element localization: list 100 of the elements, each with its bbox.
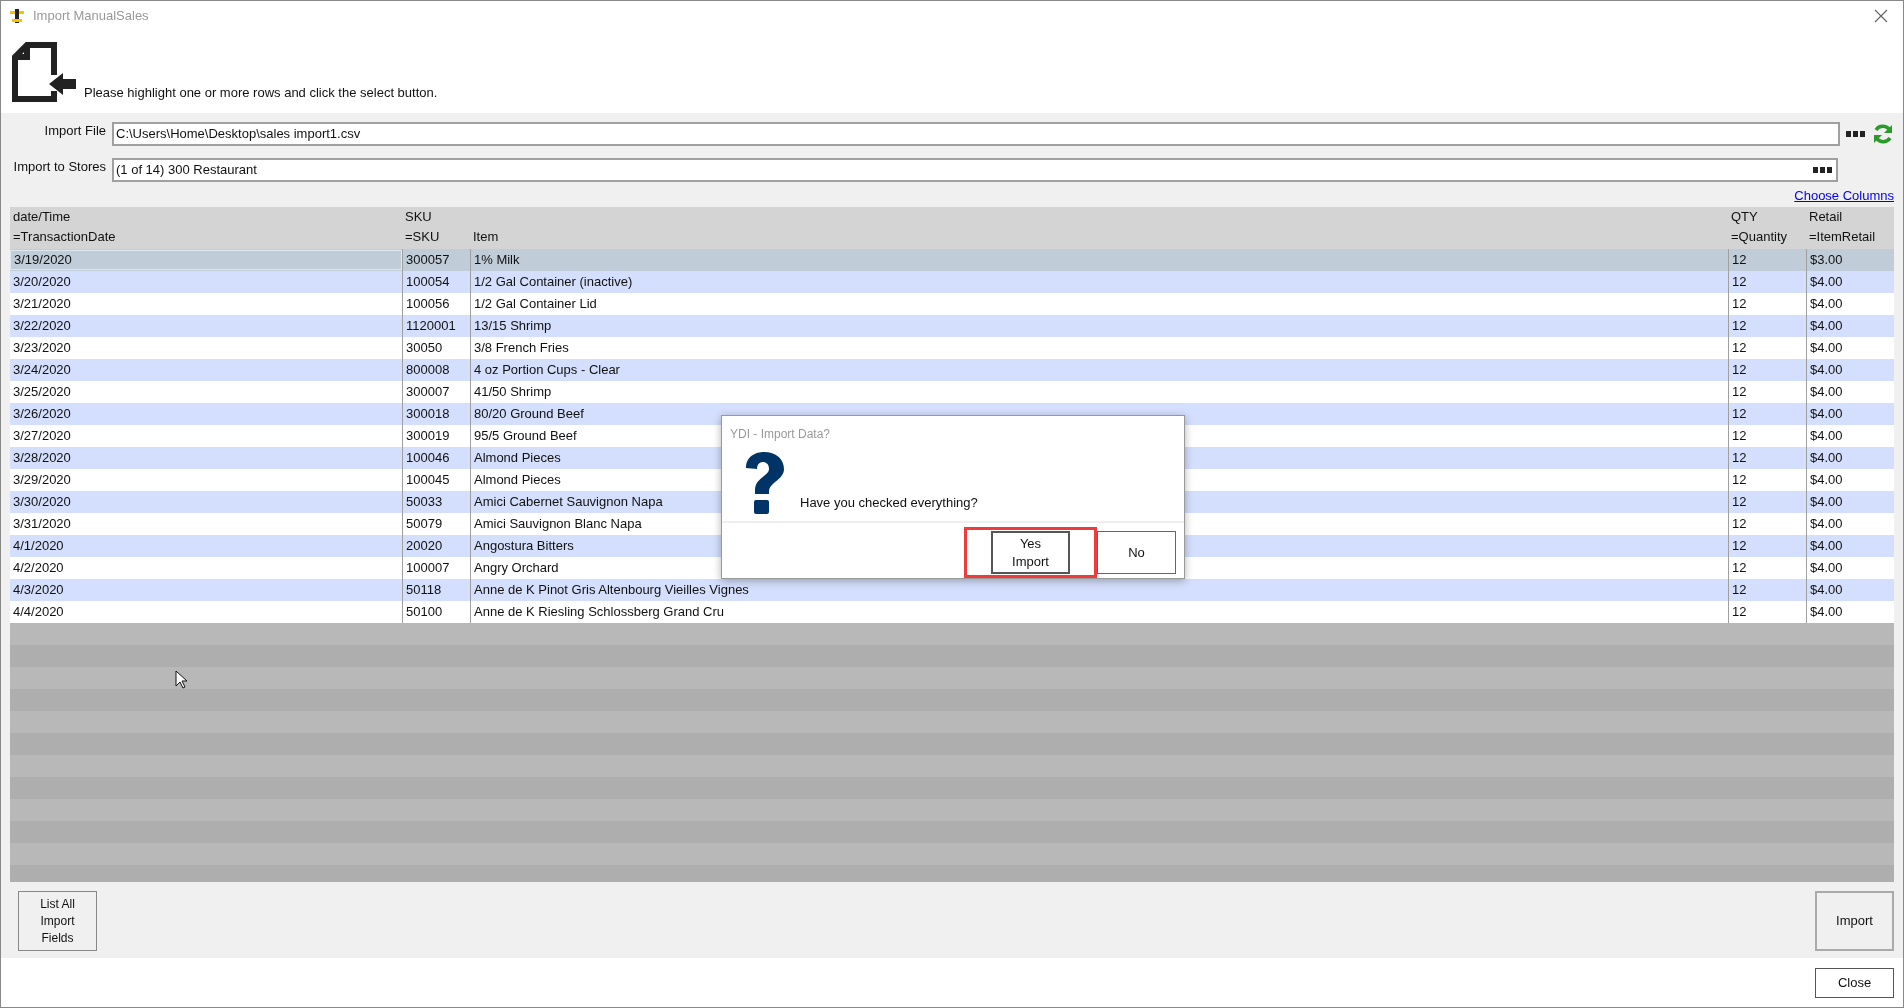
table-cell-text: 3/30/2020 (12, 493, 72, 512)
table-cell-text: 100007 (405, 559, 451, 578)
table-cell-text: $4.00 (1809, 295, 1844, 314)
table-cell-text: 30050 (405, 339, 444, 358)
table-cell-text: 3/8 French Fries (473, 339, 570, 358)
table-cell-text: 12 (1731, 361, 1748, 380)
table-cell-text: 12 (1731, 427, 1748, 446)
table-cell-text: 300018 (405, 405, 451, 424)
table-cell-text: $4.00 (1809, 273, 1844, 292)
import-file-label: Import File (43, 122, 106, 141)
table-cell-text: $4.00 (1809, 471, 1844, 490)
table-cell-text: $4.00 (1809, 537, 1844, 556)
table-cell-text: 12 (1731, 559, 1748, 578)
table-cell-text: 3/21/2020 (12, 295, 72, 314)
dialog-title: YDI - Import Data? (729, 426, 832, 443)
table-cell-text: 12 (1731, 405, 1748, 424)
instruction-text: Please highlight one or more rows and click the select button. (84, 83, 438, 102)
table-cell-text: 20020 (405, 537, 444, 556)
column-header: SKU (405, 208, 433, 226)
table-cell-text: $4.00 (1809, 581, 1844, 600)
table-cell-text: 300019 (405, 427, 451, 446)
column-header: Item (473, 227, 500, 246)
table-cell-text: 12 (1731, 295, 1748, 314)
column-header: =ItemRetail (1809, 227, 1877, 246)
table-cell-text: 12 (1731, 603, 1748, 622)
table-cell-text: 4 oz Portion Cups - Clear (473, 361, 621, 380)
table-cell-text: $3.00 (1809, 251, 1844, 270)
table-cell-text: $4.00 (1809, 515, 1844, 534)
table-cell-text: 80/20 Ground Beef (473, 405, 585, 424)
table-cell-text: $4.00 (1809, 383, 1844, 402)
table-cell-text: 1120001 (405, 317, 457, 336)
table-cell-text: 300057 (405, 251, 451, 270)
table-cell-text: 12 (1731, 471, 1748, 490)
table-cell-text: 12 (1731, 493, 1748, 512)
table-cell-text: Angostura Bitters (473, 537, 575, 556)
table-cell-text: 100054 (405, 273, 451, 292)
table-cell-text: 12 (1731, 581, 1748, 600)
table-cell-text: $4.00 (1809, 361, 1844, 380)
table-cell-text: 13/15 Shrimp (473, 317, 553, 336)
table-cell-text: 12 (1731, 339, 1748, 358)
table-cell-text: Anne de K Pinot Gris Altenbourg Vieilles Vignes (473, 581, 750, 600)
column-header: =SKU (405, 227, 441, 246)
table-cell-text: 1/2 Gal Container (inactive) (473, 273, 634, 292)
table-cell-text: 12 (1731, 383, 1748, 402)
table-cell-text: Angry Orchard (473, 559, 560, 578)
table-cell-text: 4/2/2020 (12, 559, 65, 578)
table-cell-text: 12 (1731, 515, 1748, 534)
table-cell-text: 100045 (405, 471, 451, 490)
table-cell-text: 50100 (405, 603, 444, 622)
table-cell-text: 3/20/2020 (12, 273, 72, 292)
column-header: Retail (1809, 208, 1844, 226)
table-cell-text: $4.00 (1809, 405, 1844, 424)
table-cell-text: 1/2 Gal Container Lid (473, 295, 598, 314)
table-cell-text: 3/31/2020 (12, 515, 72, 534)
table-cell-text: 300007 (405, 383, 451, 402)
table-cell-text: 100056 (405, 295, 451, 314)
column-header: date/Time (13, 208, 72, 226)
table-cell-text: Anne de K Riesling Schlossberg Grand Cru (473, 603, 726, 622)
table-cell-text: 3/22/2020 (12, 317, 72, 336)
table-cell-text: $4.00 (1809, 559, 1844, 578)
table-cell-text: 12 (1731, 537, 1748, 556)
table-cell-text: $4.00 (1809, 339, 1844, 358)
table-cell-text: Amici Cabernet Sauvignon Napa (473, 493, 664, 512)
table-cell-text: 3/24/2020 (12, 361, 72, 380)
table-cell-text: 50033 (405, 493, 444, 512)
window-title: Import ManualSales (33, 7, 149, 26)
table-cell-text: 50079 (405, 515, 444, 534)
table-cell-text: 3/26/2020 (12, 405, 72, 424)
table-cell-text: $4.00 (1809, 317, 1844, 336)
table-cell-text: $4.00 (1809, 493, 1844, 512)
table-cell-text: 100046 (405, 449, 451, 468)
table-cell-text: 3/28/2020 (12, 449, 72, 468)
table-cell-text: 50118 (405, 581, 443, 600)
table-cell-text: Almond Pieces (473, 471, 562, 490)
table-cell-text: $4.00 (1809, 603, 1844, 622)
table-cell-text: 12 (1731, 273, 1748, 292)
table-cell-text: 3/23/2020 (12, 339, 72, 358)
table-cell-text: 3/27/2020 (12, 427, 72, 446)
table-cell-text: Almond Pieces (473, 449, 562, 468)
table-cell-text: 41/50 Shrimp (473, 383, 553, 402)
table-cell-text: 95/5 Ground Beef (473, 427, 578, 446)
table-cell-text: 4/3/2020 (12, 581, 65, 600)
table-cell-text: 4/4/2020 (12, 603, 65, 622)
table-cell-text: 1% Milk (473, 251, 521, 270)
table-cell-text: $4.00 (1809, 449, 1844, 468)
column-header: =TransactionDate (13, 227, 117, 246)
dialog-message: Have you checked everything? (800, 493, 978, 512)
table-cell-text: 3/25/2020 (12, 383, 72, 402)
table-cell-text: Amici Sauvignon Blanc Napa (473, 515, 643, 534)
table-cell-text: 3/29/2020 (12, 471, 72, 490)
table-cell: 3/19/2020 (10, 250, 402, 270)
table-cell-text: 12 (1731, 251, 1748, 270)
table-cell-text: $4.00 (1809, 427, 1844, 446)
table-cell-text: 12 (1731, 449, 1748, 468)
column-header: QTY (1731, 208, 1759, 226)
import-to-stores-label: Import to Stores (12, 158, 106, 177)
table-cell-text: 800008 (405, 361, 451, 380)
table-cell-text: 4/1/2020 (12, 537, 65, 556)
table-cell-text: 12 (1731, 317, 1748, 336)
column-header: =Quantity (1731, 227, 1788, 246)
